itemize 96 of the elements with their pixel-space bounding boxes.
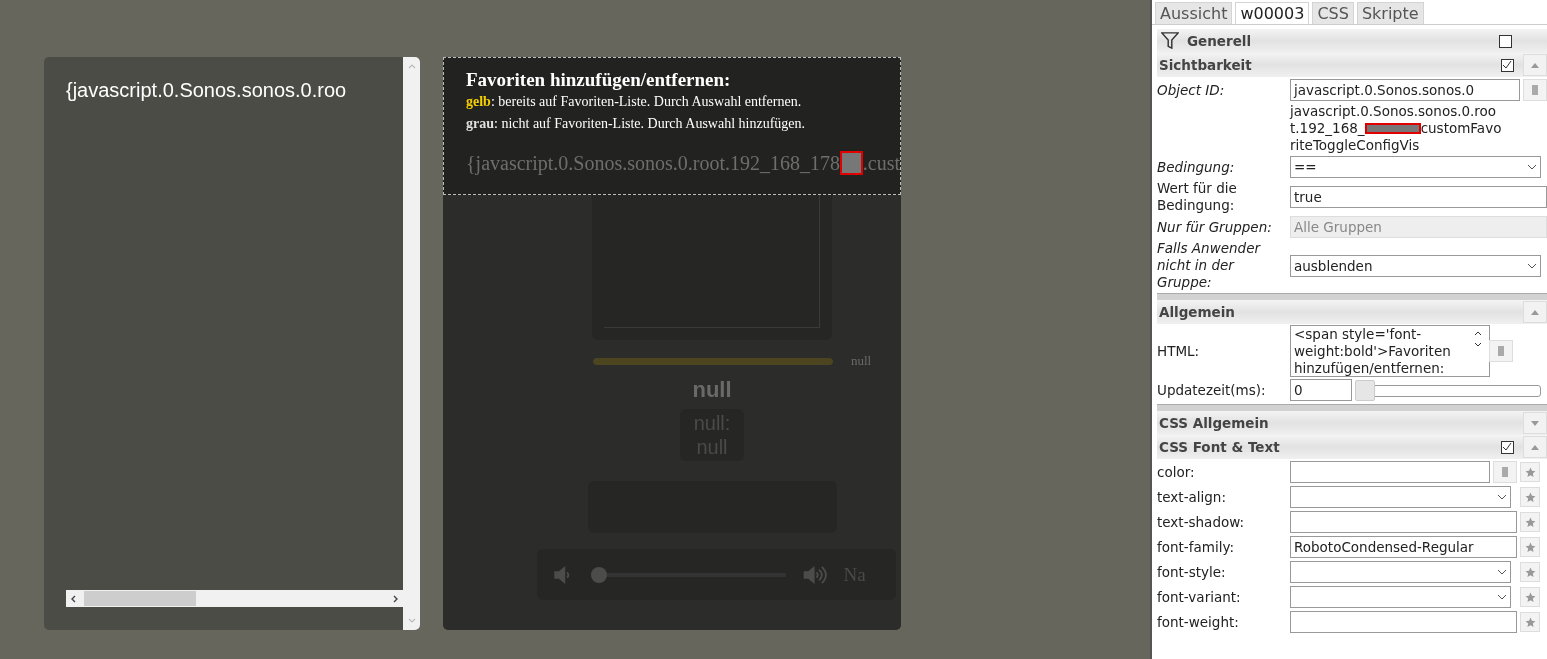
text-field[interactable]: javascript.0.Sonos.sonos.0 <box>1290 79 1520 101</box>
caret-icon <box>1497 569 1507 575</box>
tab[interactable]: CSS <box>1312 2 1354 24</box>
text-field[interactable] <box>1290 611 1517 633</box>
picker-button[interactable] <box>1493 461 1517 483</box>
section-title: Allgemein <box>1159 304 1236 320</box>
star-icon <box>1524 491 1536 503</box>
legend-text: : nicht auf Favoriten-Liste. Durch Auswahl hinzufügen. <box>494 116 806 131</box>
overlay-title: Favoriten hinzufügen/entfernen: <box>466 69 732 91</box>
scroll-down-icon[interactable] <box>1473 342 1482 347</box>
dropdown[interactable] <box>1290 586 1511 608</box>
field-label: font-style: <box>1157 563 1227 581</box>
star-button[interactable] <box>1520 462 1540 482</box>
legend-term: gelb <box>466 94 491 109</box>
legend-term: grau <box>466 116 494 131</box>
checkbox[interactable] <box>1501 440 1514 454</box>
caret-icon <box>1531 309 1539 315</box>
field-label: text-align: <box>1157 488 1227 506</box>
redaction-box <box>840 151 863 175</box>
number-field[interactable]: 0 <box>1290 379 1352 401</box>
object-id-text: riteToggleConfigVis <box>1290 137 1420 153</box>
field-label: Updatezeit(ms): <box>1157 381 1267 399</box>
track-title: null <box>692 377 732 403</box>
dropdown[interactable]: == <box>1290 156 1541 178</box>
object-id-text: javascript.0.Sonos.sonos.0.roo <box>1290 103 1497 119</box>
dropdown[interactable]: ausblenden <box>1290 254 1541 277</box>
speaker-low-icon[interactable] <box>553 564 571 585</box>
scroll-right-icon[interactable] <box>391 594 399 603</box>
scroll-left-icon[interactable] <box>70 594 78 603</box>
collapse-button[interactable] <box>1523 412 1547 434</box>
collapse-button[interactable] <box>1523 436 1547 458</box>
field-label: font-family: <box>1157 538 1235 556</box>
caret-icon <box>1531 62 1539 68</box>
star-button[interactable] <box>1520 487 1540 507</box>
star-button[interactable] <box>1520 587 1540 607</box>
text-area[interactable]: <span style='font-weight:bold'>Favoriten hinzufügen/entfernen: <box>1290 325 1490 377</box>
star-button[interactable] <box>1520 612 1540 632</box>
caret-icon <box>1531 444 1539 450</box>
volume-thumb[interactable] <box>590 566 607 583</box>
caret-icon <box>1497 494 1507 500</box>
caret-icon <box>1527 164 1537 170</box>
field-label: Falls Anwender nicht in der Gruppe: <box>1157 240 1262 291</box>
section-title: CSS Allgemein <box>1159 415 1270 431</box>
slider-thumb[interactable] <box>1355 379 1375 401</box>
star-icon <box>1524 541 1536 553</box>
tab[interactable]: Skripte <box>1356 2 1424 24</box>
dropdown[interactable] <box>1290 486 1511 508</box>
tab[interactable]: Aussicht <box>1155 2 1233 24</box>
caret-icon <box>1527 262 1537 269</box>
speaker-high-icon[interactable] <box>802 564 828 585</box>
picker-button[interactable] <box>1489 340 1513 362</box>
star-button[interactable] <box>1520 562 1540 582</box>
field-label: text-shadow: <box>1157 513 1246 531</box>
caret-icon <box>1497 594 1507 600</box>
star-icon <box>1524 466 1536 478</box>
scroll-up-icon[interactable] <box>1473 331 1482 336</box>
dropdown[interactable] <box>1290 561 1511 583</box>
star-button[interactable] <box>1520 512 1540 532</box>
star-icon <box>1524 516 1536 528</box>
field-label: Wert für die Bedingung: <box>1157 180 1238 214</box>
star-icon <box>1524 566 1536 578</box>
object-id-text: {javascript.0.Sonos.sonos.0.root.192_168_178 <box>466 151 841 175</box>
redaction-box <box>1364 123 1421 134</box>
field-label: Object ID: <box>1157 81 1226 99</box>
tab[interactable]: w00003 <box>1235 2 1310 24</box>
slider-track[interactable] <box>1355 379 1541 401</box>
field-label: font-weight: <box>1157 613 1240 631</box>
caret-icon <box>1531 420 1539 426</box>
field-label: Nur für Gruppen: <box>1157 218 1273 236</box>
widget-text: {javascript.0.Sonos.sonos.0.roo <box>66 79 347 101</box>
collapse-button[interactable] <box>1523 301 1547 323</box>
checkbox[interactable] <box>1499 34 1512 48</box>
field-label: color: <box>1157 463 1196 481</box>
checkbox[interactable] <box>1501 58 1514 72</box>
star-icon <box>1524 591 1536 603</box>
field-label: font-variant: <box>1157 588 1242 606</box>
collapse-button[interactable] <box>1523 54 1547 76</box>
filter-icon[interactable] <box>1161 32 1179 50</box>
field-label: Bedingung: <box>1157 158 1236 176</box>
progress-reading: null <box>850 353 872 369</box>
horizontal-scrollbar[interactable] <box>66 590 403 607</box>
object-id-text: customFavo <box>1420 120 1502 137</box>
text-field[interactable] <box>1290 511 1517 533</box>
object-id-text: t.192_168_ <box>1290 120 1365 137</box>
star-icon <box>1524 616 1536 628</box>
object-id-text: .cust <box>862 151 900 175</box>
text-field[interactable]: true <box>1290 186 1547 208</box>
text-field[interactable] <box>1290 461 1490 483</box>
picker-button[interactable] <box>1523 79 1547 101</box>
legend-text: : bereits auf Favoriten-Liste. Durch Auswahl entfernen. <box>490 94 802 109</box>
star-button[interactable] <box>1520 537 1540 557</box>
section-title: Generell <box>1187 33 1253 49</box>
section-title: Sichtbarkeit <box>1159 57 1253 73</box>
text-field[interactable]: RobotoCondensed-Regular <box>1290 536 1517 558</box>
field-label: HTML: <box>1157 342 1201 360</box>
section-title: CSS Font & Text <box>1159 439 1281 455</box>
